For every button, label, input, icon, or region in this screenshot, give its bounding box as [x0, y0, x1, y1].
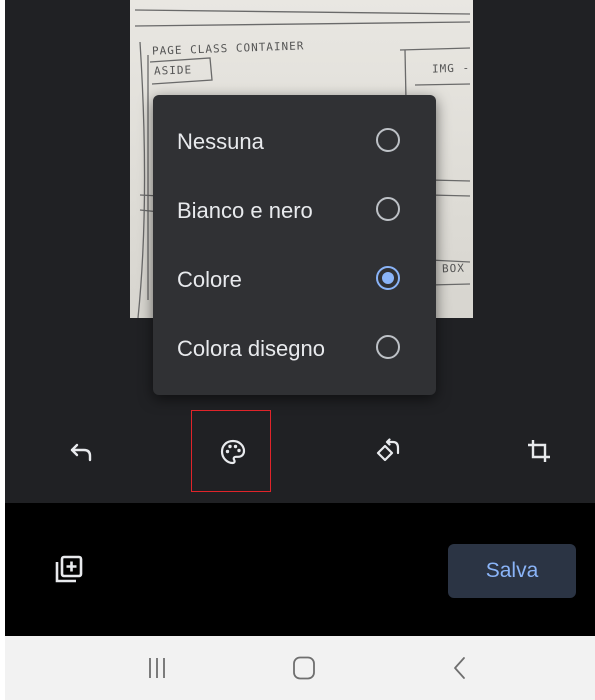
- undo-button[interactable]: [40, 410, 120, 492]
- add-page-icon: [55, 555, 83, 583]
- rotate-button[interactable]: [347, 410, 427, 492]
- undo-icon: [70, 443, 92, 462]
- add-page-button[interactable]: [53, 553, 85, 585]
- filter-option-label: Colora disegno: [177, 336, 325, 361]
- color-filter-button[interactable]: [191, 410, 271, 492]
- filter-menu: Nessuna Bianco e nero Colore Colora dise…: [153, 95, 436, 395]
- rotate-icon: [376, 438, 400, 462]
- filter-option-color[interactable]: Colore: [153, 250, 436, 310]
- filter-option-label: Colore: [177, 267, 242, 292]
- crop-button[interactable]: [498, 410, 578, 492]
- home-icon: [293, 656, 315, 680]
- radio-unchecked-icon[interactable]: [376, 128, 400, 152]
- back-icon: [454, 657, 465, 679]
- sketch-label-aside: ASIDE: [153, 63, 193, 78]
- filter-option-color-drawing[interactable]: Colora disegno: [153, 319, 436, 379]
- radio-checked-icon[interactable]: [376, 266, 400, 290]
- filter-option-label: Bianco e nero: [177, 198, 313, 223]
- recent-apps-icon: [149, 658, 165, 678]
- image-editor: PAGE CLASS CONTAINER ASIDE IMG - BOX Nes…: [5, 0, 595, 503]
- crop-icon: [528, 440, 550, 462]
- sketch-label-box: BOX: [441, 261, 466, 276]
- filter-option-label: Nessuna: [177, 129, 264, 154]
- radio-unchecked-icon[interactable]: [376, 335, 400, 359]
- radio-unchecked-icon[interactable]: [376, 197, 400, 221]
- recent-apps-button[interactable]: [127, 646, 187, 690]
- home-button[interactable]: [274, 646, 334, 690]
- palette-icon: [220, 439, 246, 465]
- filter-option-black-white[interactable]: Bianco e nero: [153, 181, 436, 241]
- app-screen: PAGE CLASS CONTAINER ASIDE IMG - BOX Nes…: [5, 0, 595, 700]
- save-button[interactable]: Salva: [448, 544, 576, 598]
- bottom-action-bar: Salva: [5, 503, 595, 636]
- sketch-label-img: IMG -: [431, 61, 471, 76]
- filter-option-none[interactable]: Nessuna: [153, 112, 436, 172]
- system-navigation-bar: [5, 636, 595, 700]
- back-button[interactable]: [430, 646, 490, 690]
